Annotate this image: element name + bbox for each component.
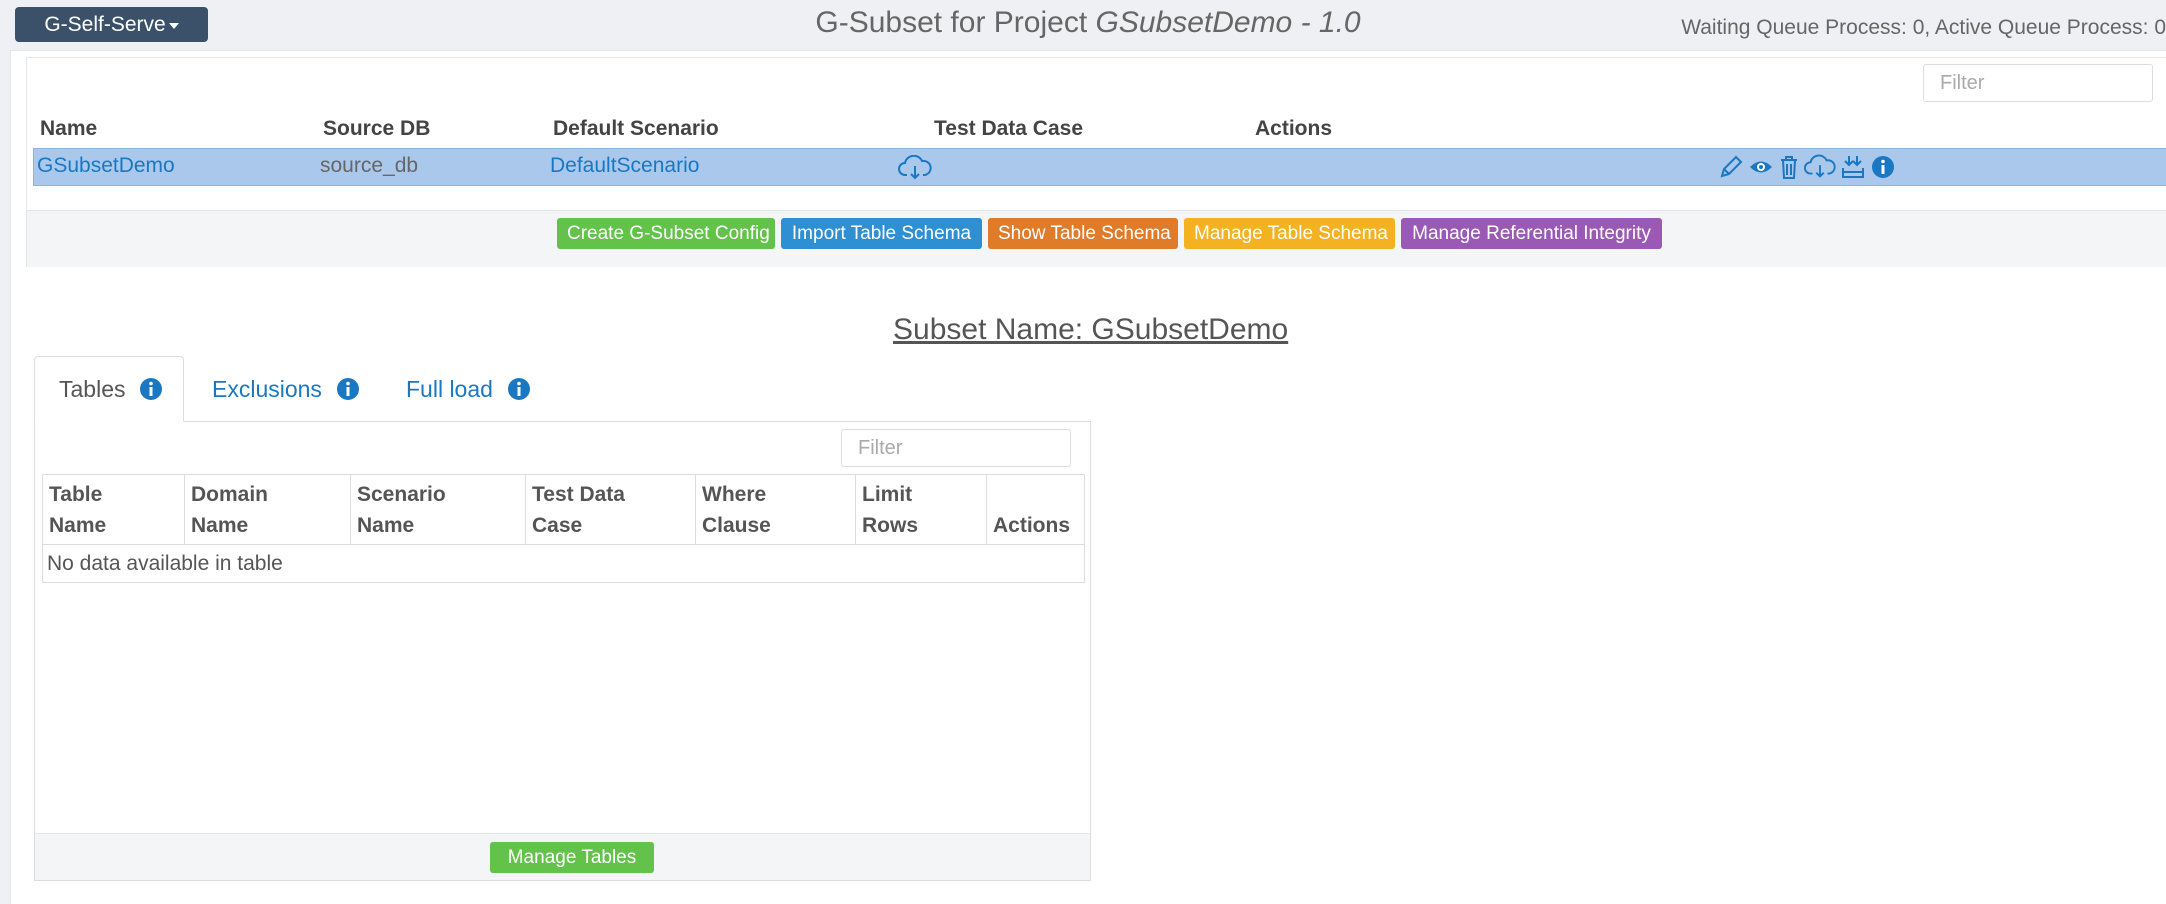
col-actions: Actions [986, 474, 1085, 545]
cloud-download-icon[interactable] [898, 154, 932, 181]
col-line: Test Data [532, 483, 625, 506]
col-line: Name [357, 514, 415, 537]
create-config-button[interactable]: Create G-Subset Config [557, 218, 775, 249]
tab-exclusions[interactable]: Exclusions [188, 356, 378, 422]
col-line: Case [532, 514, 583, 537]
tab-exclusions-label: Exclusions [212, 375, 322, 402]
col-line: Table [49, 483, 103, 506]
import-schema-button[interactable]: Import Table Schema [781, 218, 982, 249]
project-filter-input[interactable] [1923, 64, 2153, 102]
page-title-prefix: G-Subset for Project [815, 6, 1096, 39]
col-line: Name [49, 514, 107, 537]
col-table-name[interactable]: Table Name [42, 474, 185, 545]
tables-panel-footer: Manage Tables [35, 833, 1090, 880]
show-schema-button[interactable]: Show Table Schema [988, 218, 1178, 249]
col-line: Domain [191, 483, 269, 506]
project-name-link[interactable]: GSubsetDemo [37, 154, 175, 178]
col-line: Name [191, 514, 249, 537]
col-limit-rows[interactable]: Limit Rows [855, 474, 987, 545]
pencil-icon[interactable] [1718, 154, 1744, 180]
col-line: Where [702, 483, 767, 506]
col-header-default-scenario[interactable]: Default Scenario [553, 117, 719, 141]
col-domain-name[interactable]: Domain Name [184, 474, 351, 545]
top-bar: G-Self-Serve G-Subset for Project GSubse… [0, 0, 2166, 50]
download-tray-icon[interactable] [1840, 154, 1866, 180]
empty-row: No data available in table [42, 544, 1085, 583]
tab-full-load[interactable]: Full load [382, 356, 572, 422]
info-icon[interactable] [507, 377, 531, 401]
col-header-actions: Actions [1255, 117, 1333, 140]
tables-table: Table Name Domain Name Scenario Name Test D… [42, 474, 1085, 583]
col-line: Actions [993, 514, 1071, 537]
project-list-panel: Name Source DB Default Scenario Test Dat… [26, 57, 2166, 267]
col-where-clause[interactable]: Where Clause [695, 474, 856, 545]
page-title-project: GSubsetDemo - 1.0 [1095, 6, 1361, 39]
tab-tables-label: Tables [59, 375, 126, 402]
project-row[interactable]: GSubsetDemo source_db DefaultScenario [33, 148, 2166, 186]
main-panel: Name Source DB Default Scenario Test Dat… [10, 50, 2166, 904]
referential-integrity-button[interactable]: Manage Referential Integrity [1401, 218, 1662, 249]
source-db-value: source_db [320, 154, 419, 177]
row-actions [1718, 154, 1896, 180]
tab-full-load-label: Full load [406, 375, 493, 402]
col-header-source-db[interactable]: Source DB [323, 117, 430, 141]
trash-icon[interactable] [1778, 154, 1800, 180]
tables-filter-input[interactable] [841, 429, 1071, 467]
queue-status: Waiting Queue Process: 0, Active Queue P… [1681, 16, 2166, 39]
manage-schema-button[interactable]: Manage Table Schema [1184, 218, 1395, 249]
info-icon[interactable] [1870, 154, 1896, 180]
col-line: Rows [862, 514, 919, 537]
col-test-data-case[interactable]: Test Data Case [525, 474, 696, 545]
manage-tables-button[interactable]: Manage Tables [490, 842, 654, 873]
info-icon[interactable] [139, 377, 163, 401]
col-line: Clause [702, 514, 771, 537]
tab-tables[interactable]: Tables [34, 356, 184, 422]
default-scenario-link[interactable]: DefaultScenario [550, 154, 699, 178]
empty-message: No data available in table [42, 544, 1085, 583]
col-header-name[interactable]: Name [40, 117, 97, 141]
cloud-download-icon[interactable] [1804, 154, 1836, 180]
subset-title: Subset Name: GSubsetDemo [893, 313, 1289, 346]
project-button-bar: Create G-Subset Config Import Table Sche… [27, 210, 2166, 267]
col-header-test-data-case[interactable]: Test Data Case [934, 117, 1083, 141]
col-line: Limit [862, 483, 913, 506]
eye-icon[interactable] [1748, 154, 1774, 180]
col-line: Scenario [357, 483, 446, 506]
tables-tab-panel: Table Name Domain Name Scenario Name Test D… [34, 421, 1091, 881]
col-scenario-name[interactable]: Scenario Name [350, 474, 526, 545]
info-icon[interactable] [336, 377, 360, 401]
